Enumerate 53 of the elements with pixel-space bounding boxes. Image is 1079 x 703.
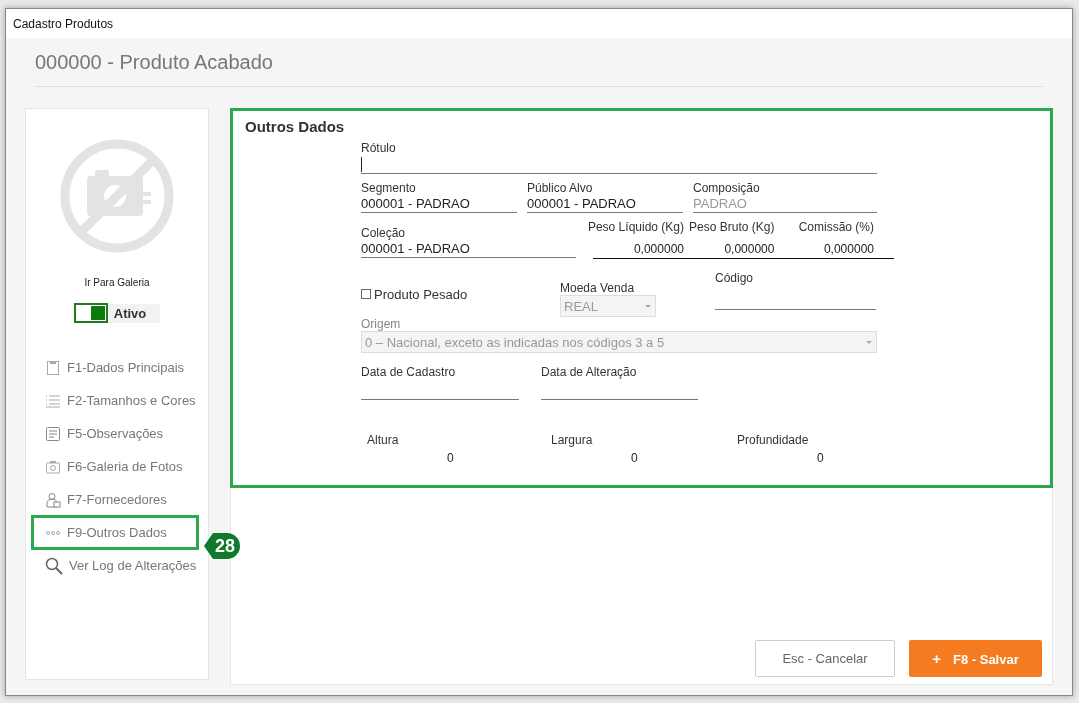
- field-label: Altura: [367, 433, 400, 447]
- field-label: Origem: [361, 317, 402, 331]
- input-field[interactable]: 000001 - PADRAO: [361, 195, 517, 213]
- number-field[interactable]: 0,000000: [823, 242, 874, 258]
- step-badge: 28: [204, 533, 240, 559]
- sidebar-item[interactable]: F5-Observações: [31, 417, 199, 450]
- sidebar-item[interactable]: F9-Outros Dados: [31, 515, 199, 550]
- dimension-value: 0: [631, 451, 639, 465]
- window-title: Cadastro Produtos: [13, 16, 114, 31]
- log-link[interactable]: Ver Log de Alterações: [31, 549, 199, 582]
- camera-icon: [45, 458, 61, 475]
- field-label: Comissão (%): [798, 220, 874, 234]
- section-title: Outros Dados: [245, 118, 346, 135]
- field-label: Profundidade: [737, 433, 810, 447]
- dimension-value: 0: [447, 451, 455, 465]
- field-label: Peso Líquido (Kg): [587, 220, 684, 234]
- input-field[interactable]: [361, 155, 877, 174]
- caret-icon: [866, 340, 872, 344]
- product-title: 000000 - Produto Acabado: [35, 50, 273, 74]
- field-label: Moeda Venda: [560, 281, 636, 295]
- field-label: Rótulo: [361, 141, 397, 155]
- field-label: Segmento: [361, 181, 417, 195]
- cancel-button[interactable]: Esc - Cancelar: [755, 640, 895, 677]
- sidebar-item[interactable]: F7-Fornecedores: [31, 483, 199, 516]
- person-icon: [45, 491, 61, 508]
- document-icon: [45, 359, 61, 376]
- dimension-value: 0: [817, 451, 825, 465]
- sidebar-item[interactable]: F2-Tamanhos e Cores: [31, 384, 199, 417]
- checkbox[interactable]: [361, 289, 371, 299]
- note-icon: [45, 425, 61, 442]
- field-label: Data de Alteração: [541, 365, 638, 379]
- save-button[interactable]: + F8 - Salvar: [909, 640, 1042, 677]
- search-icon: [45, 556, 63, 575]
- checkbox-label: Produto Pesado: [374, 286, 468, 302]
- number-field[interactable]: 0,000000: [633, 242, 684, 258]
- field-label: Peso Bruto (Kg): [689, 220, 775, 234]
- field-label: Data de Cadastro: [361, 365, 457, 379]
- caret-icon: [645, 304, 651, 308]
- field-label: Composição: [693, 181, 761, 195]
- status-toggle[interactable]: [73, 303, 108, 323]
- gallery-link[interactable]: Ir Para Galeria: [84, 277, 150, 288]
- field-label: Código: [715, 271, 755, 285]
- field-label: Coleção: [361, 226, 407, 240]
- sidebar-item[interactable]: F1-Dados Principais: [31, 351, 199, 384]
- input-field[interactable]: 000001 - PADRAO: [361, 240, 576, 258]
- input-field[interactable]: 000001 - PADRAO: [527, 195, 683, 213]
- number-field[interactable]: 0,000000: [724, 242, 775, 258]
- sidebar-item[interactable]: F6-Galeria de Fotos: [31, 450, 199, 483]
- list-icon: [45, 392, 61, 409]
- status-label: Ativo: [107, 303, 161, 323]
- dots-icon: [45, 529, 61, 536]
- field-label: Largura: [551, 433, 594, 447]
- field-label: Público Alvo: [527, 181, 594, 195]
